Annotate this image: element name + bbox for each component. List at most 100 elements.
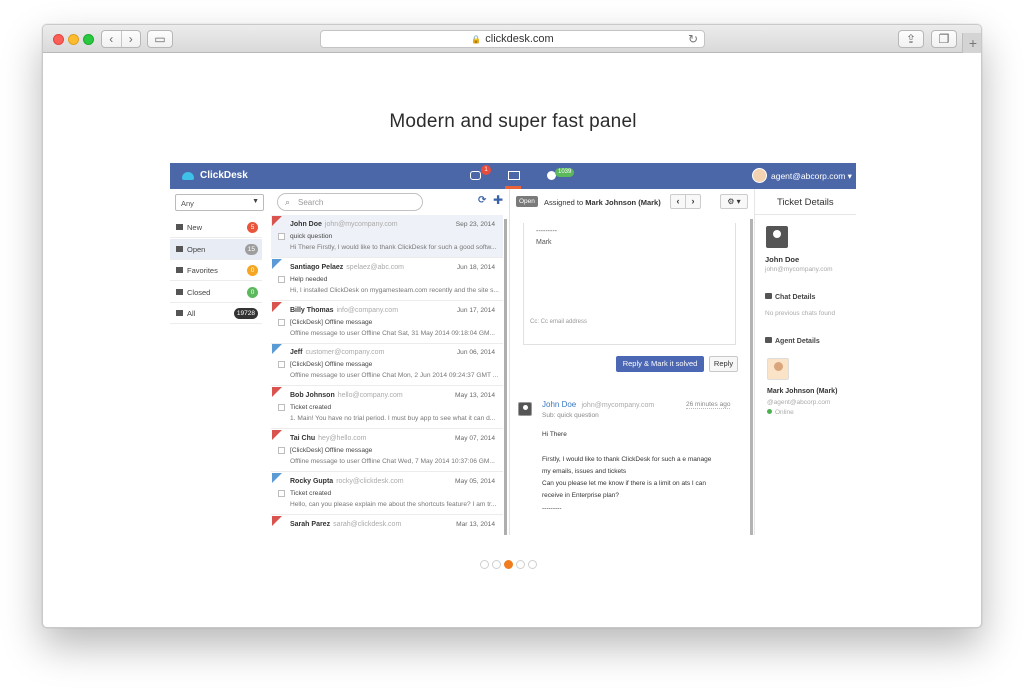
refresh-icon[interactable]: ⟳ [478, 195, 486, 206]
customer-email: john@mycompany.com [765, 266, 833, 273]
filter-item-open[interactable]: Open 15 [170, 238, 262, 260]
mail-icon[interactable] [508, 171, 520, 180]
row-sender-email: rocky@clickdesk.com [336, 477, 404, 485]
agent-status: Online [767, 409, 794, 416]
row-preview: Hi, I installed ClickDesk on mygamesteam… [290, 286, 499, 294]
filter-count-badge: 19728 [233, 308, 258, 320]
row-checkbox[interactable] [278, 404, 285, 412]
settings-gear-icon[interactable]: ⚙ ▾ [720, 194, 748, 209]
browser-toolbar: ‹ › ▭ 🔒 clickdesk.com ↻ ⇪ ❐ + [43, 25, 981, 53]
filter-item-closed[interactable]: Closed 0 [170, 282, 262, 303]
chat-icon[interactable] [470, 171, 481, 180]
filter-favorites-icon [176, 267, 183, 274]
message-avatar [518, 402, 532, 416]
filter-closed-icon [176, 288, 183, 295]
row-sender: Billy Thomas info@company.com [290, 307, 398, 314]
filter-all-icon [176, 310, 183, 317]
detail-scrollbar[interactable] [750, 219, 753, 535]
address-bar[interactable]: 🔒 clickdesk.com ↻ [320, 30, 705, 48]
agent-avatar[interactable] [752, 168, 767, 183]
customer-name: John Doe [765, 255, 800, 264]
filter-count-badge: 0 [247, 286, 258, 298]
row-subject: [ClickDesk] Offline message [290, 318, 373, 326]
message-sender-name: John Doe [542, 400, 577, 409]
filter-select[interactable]: Any ▼ [175, 194, 264, 211]
carousel-dot[interactable] [492, 560, 501, 569]
carousel-dot[interactable] [504, 560, 513, 569]
table-row[interactable]: Rocky Gupta rocky@clickdesk.com May 05, 20… [271, 472, 503, 515]
row-preview: Hi There Firstly, I would like to thank … [290, 244, 497, 251]
agent-details-heading: Agent Details [765, 337, 820, 345]
row-sender-name: Sarah Parez [290, 520, 331, 528]
carousel-dot[interactable] [528, 560, 537, 569]
app-topbar: ClickDesk 1 1039 agent@abcorp.com ▾ [170, 163, 856, 189]
tabs-overview-icon[interactable]: ❐ [931, 30, 957, 48]
search-input[interactable]: ⌕ Search [277, 193, 423, 211]
sidebar-toggle-icon[interactable]: ▭ [147, 30, 173, 48]
row-checkbox[interactable] [278, 447, 285, 454]
table-row[interactable]: Santiago Pelaez spelaez@abc.com Jun 18, 20… [271, 258, 503, 301]
filter-select-value: Any [181, 199, 194, 208]
message-sender-email: john@mycompany.com [581, 402, 655, 409]
row-checkbox[interactable] [278, 318, 285, 326]
list-scrollbar[interactable] [504, 219, 507, 535]
table-row[interactable]: Billy Thomas info@company.com Jun 17, 2014… [271, 301, 503, 344]
row-sender-name: Tai Chu [290, 435, 316, 442]
reply-mark-solved-button[interactable]: Reply & Mark it solved [616, 356, 704, 372]
back-icon[interactable]: ‹ [102, 31, 122, 47]
filter-item-favorites[interactable]: Favorites 0 [170, 260, 262, 282]
row-checkbox[interactable] [278, 233, 285, 240]
agent-menu[interactable]: agent@abcorp.com ▾ [771, 171, 852, 182]
back-forward-group: ‹ › [101, 30, 141, 48]
row-subject: quick question [290, 233, 333, 240]
agent-name: Mark Johnson (Mark) [767, 388, 838, 395]
row-sender-name: Billy Thomas [290, 306, 334, 314]
caret-down-icon: ▼ [252, 198, 259, 205]
search-placeholder: Search [298, 198, 324, 207]
table-row[interactable]: Sarah Parez sarah@clickdesk.com Mar 13, 20… [271, 515, 503, 535]
forward-icon[interactable]: › [122, 31, 141, 47]
agent-details-label: Agent Details [775, 338, 820, 345]
priority-flag-icon [272, 430, 282, 440]
table-row[interactable]: John Doe john@mycompany.com Sep 23, 2014 qu… [271, 215, 503, 258]
assigned-to[interactable]: Assigned to Mark Johnson (Mark) [544, 198, 661, 207]
priority-flag-icon [272, 258, 282, 269]
minimize-window-button[interactable] [68, 34, 79, 45]
row-sender: Santiago Pelaez spelaez@abc.com [290, 264, 404, 271]
brand-name: ClickDesk [200, 170, 248, 181]
carousel-dot[interactable] [516, 560, 525, 569]
filter-label: Open [187, 244, 206, 254]
compose-dash: --------- [536, 228, 557, 235]
reply-button[interactable]: Reply [709, 356, 738, 372]
row-checkbox[interactable] [278, 489, 285, 497]
share-icon[interactable]: ⇪ [898, 30, 924, 48]
row-checkbox[interactable] [278, 361, 285, 369]
app-logo[interactable]: ClickDesk [182, 170, 248, 181]
filter-item-new[interactable]: New 5 [170, 217, 262, 238]
agent-email: agent@abcorp.com [771, 171, 846, 181]
table-row[interactable]: Bob Johnson hello@company.com May 13, 2014… [271, 386, 503, 430]
row-subject: Ticket created [290, 404, 332, 412]
zoom-window-button[interactable] [83, 34, 94, 45]
row-sender-email: sarah@clickdesk.com [333, 520, 402, 528]
row-checkbox[interactable] [278, 275, 285, 283]
message-line: --------- [542, 505, 562, 512]
filter-item-all[interactable]: All 19728 [170, 303, 262, 325]
reply-compose[interactable]: --------- Mark Cc: Cc email address [523, 223, 736, 345]
close-window-button[interactable] [53, 34, 64, 45]
agent-email-detail: @agent@abcorp.com [767, 399, 831, 406]
url-text: clickdesk.com [485, 33, 554, 45]
table-row[interactable]: Jeff customer@company.com Jun 06, 2014 [Cli… [271, 343, 503, 387]
carousel-dot[interactable] [480, 560, 489, 569]
assigned-name: Mark Johnson (Mark) [585, 198, 661, 207]
cc-field[interactable]: Cc: Cc email address [530, 319, 587, 325]
reload-icon[interactable]: ↻ [688, 32, 698, 46]
new-tab-icon[interactable]: + [962, 33, 981, 53]
prev-ticket-icon[interactable]: ‹ [671, 195, 686, 208]
next-ticket-icon[interactable]: › [686, 195, 700, 208]
add-ticket-icon[interactable]: ✚ [493, 193, 503, 207]
table-row[interactable]: Tai Chu hey@hello.com May 07, 2014 [ClickDe… [271, 429, 503, 472]
priority-flag-icon [272, 472, 282, 483]
chat-badge: 1 [481, 165, 491, 175]
row-sender-name: Jeff [290, 349, 303, 357]
